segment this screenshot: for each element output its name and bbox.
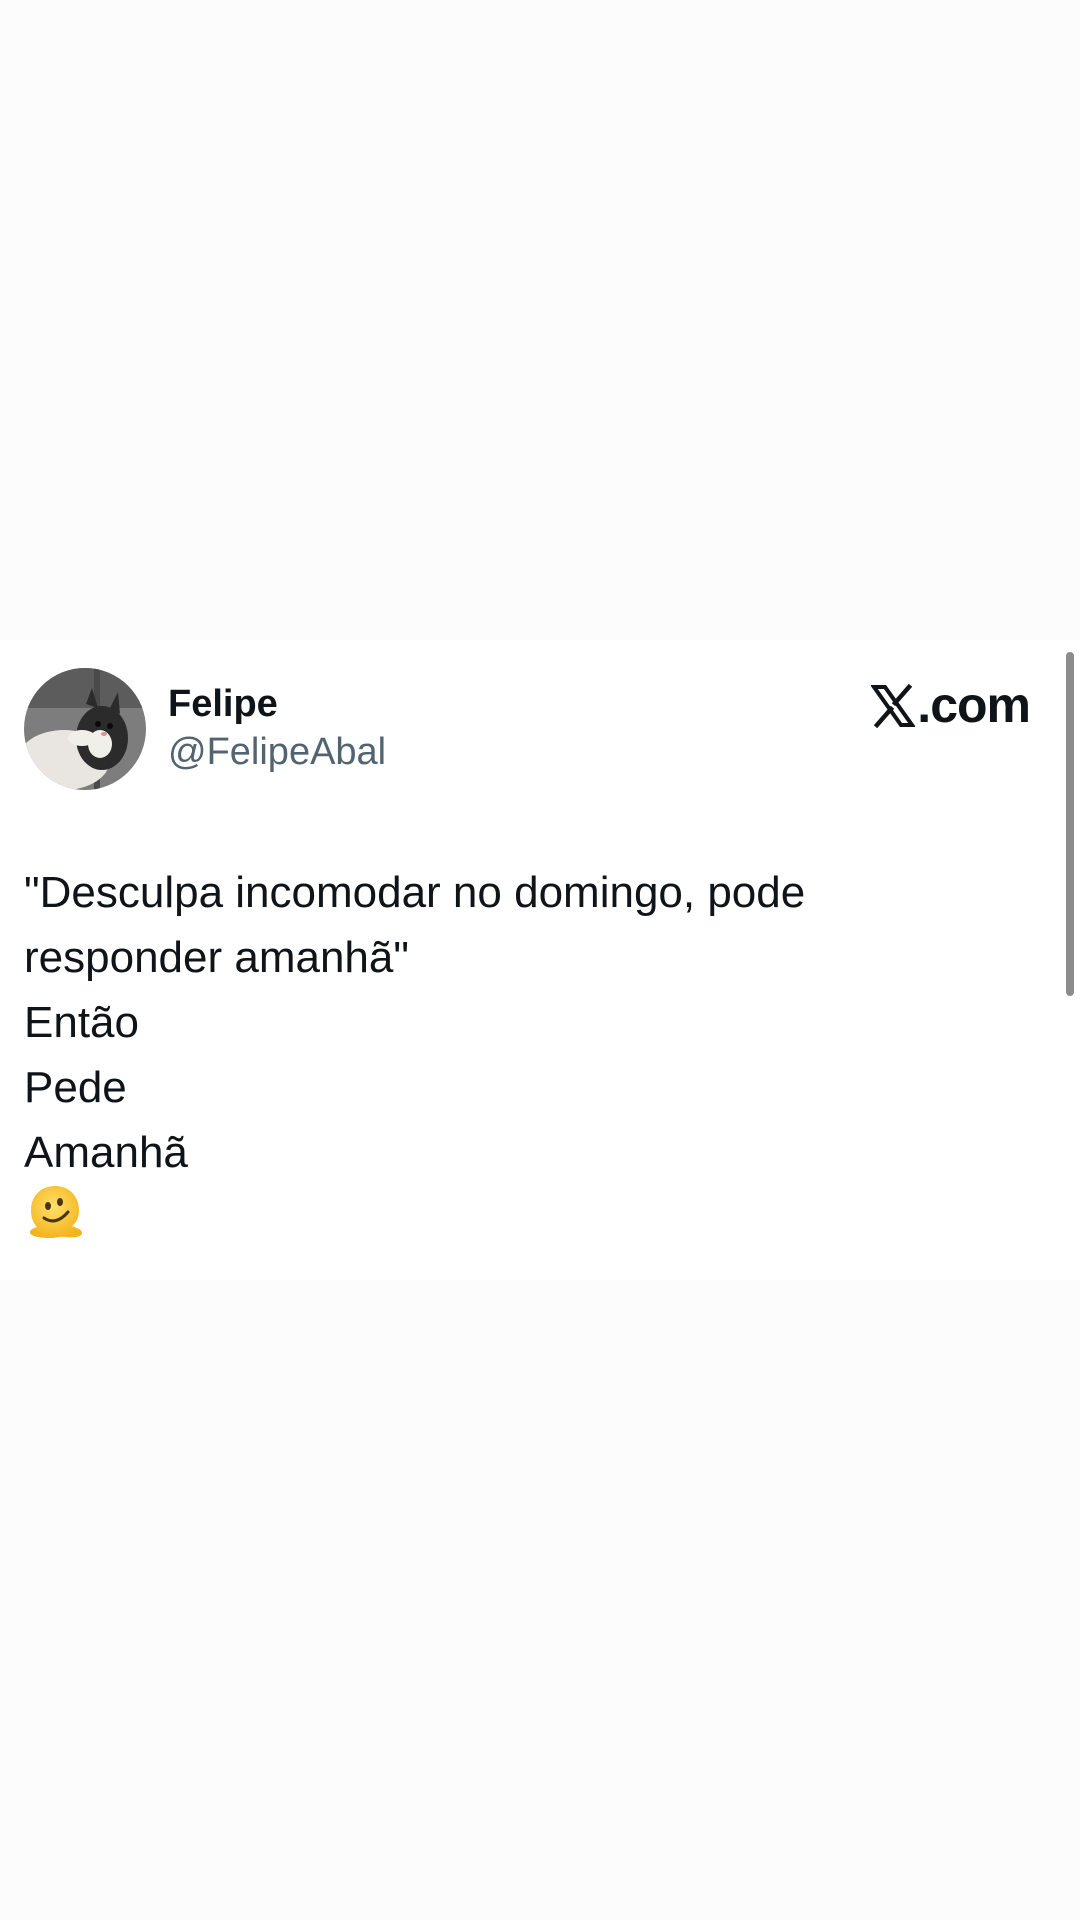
tweet-line: Amanhã: [24, 1128, 188, 1177]
tweet-line: Pede: [24, 1063, 127, 1112]
tweet-line: responder amanhã": [24, 933, 409, 982]
melting-face-emoji-icon: [26, 1182, 84, 1240]
brand-watermark: .com: [871, 677, 1031, 733]
tweet-card[interactable]: Felipe @FelipeAbal .com "Desculpa incomo…: [0, 640, 1080, 1280]
tweet-text: "Desculpa incomodar no domingo, pode res…: [24, 860, 1024, 1185]
scrollbar[interactable]: [1066, 652, 1074, 996]
author-display-name[interactable]: Felipe: [168, 683, 278, 726]
screen: Felipe @FelipeAbal .com "Desculpa incomo…: [0, 0, 1080, 1920]
author-avatar[interactable]: [24, 668, 146, 790]
brand-label: .com: [917, 677, 1031, 733]
author-handle[interactable]: @FelipeAbal: [168, 731, 386, 774]
x-logo-icon: [871, 684, 916, 728]
tweet-line: Então: [24, 998, 139, 1047]
cat-avatar-icon: [24, 668, 146, 790]
tweet-line: "Desculpa incomodar no domingo, pode: [24, 868, 806, 917]
